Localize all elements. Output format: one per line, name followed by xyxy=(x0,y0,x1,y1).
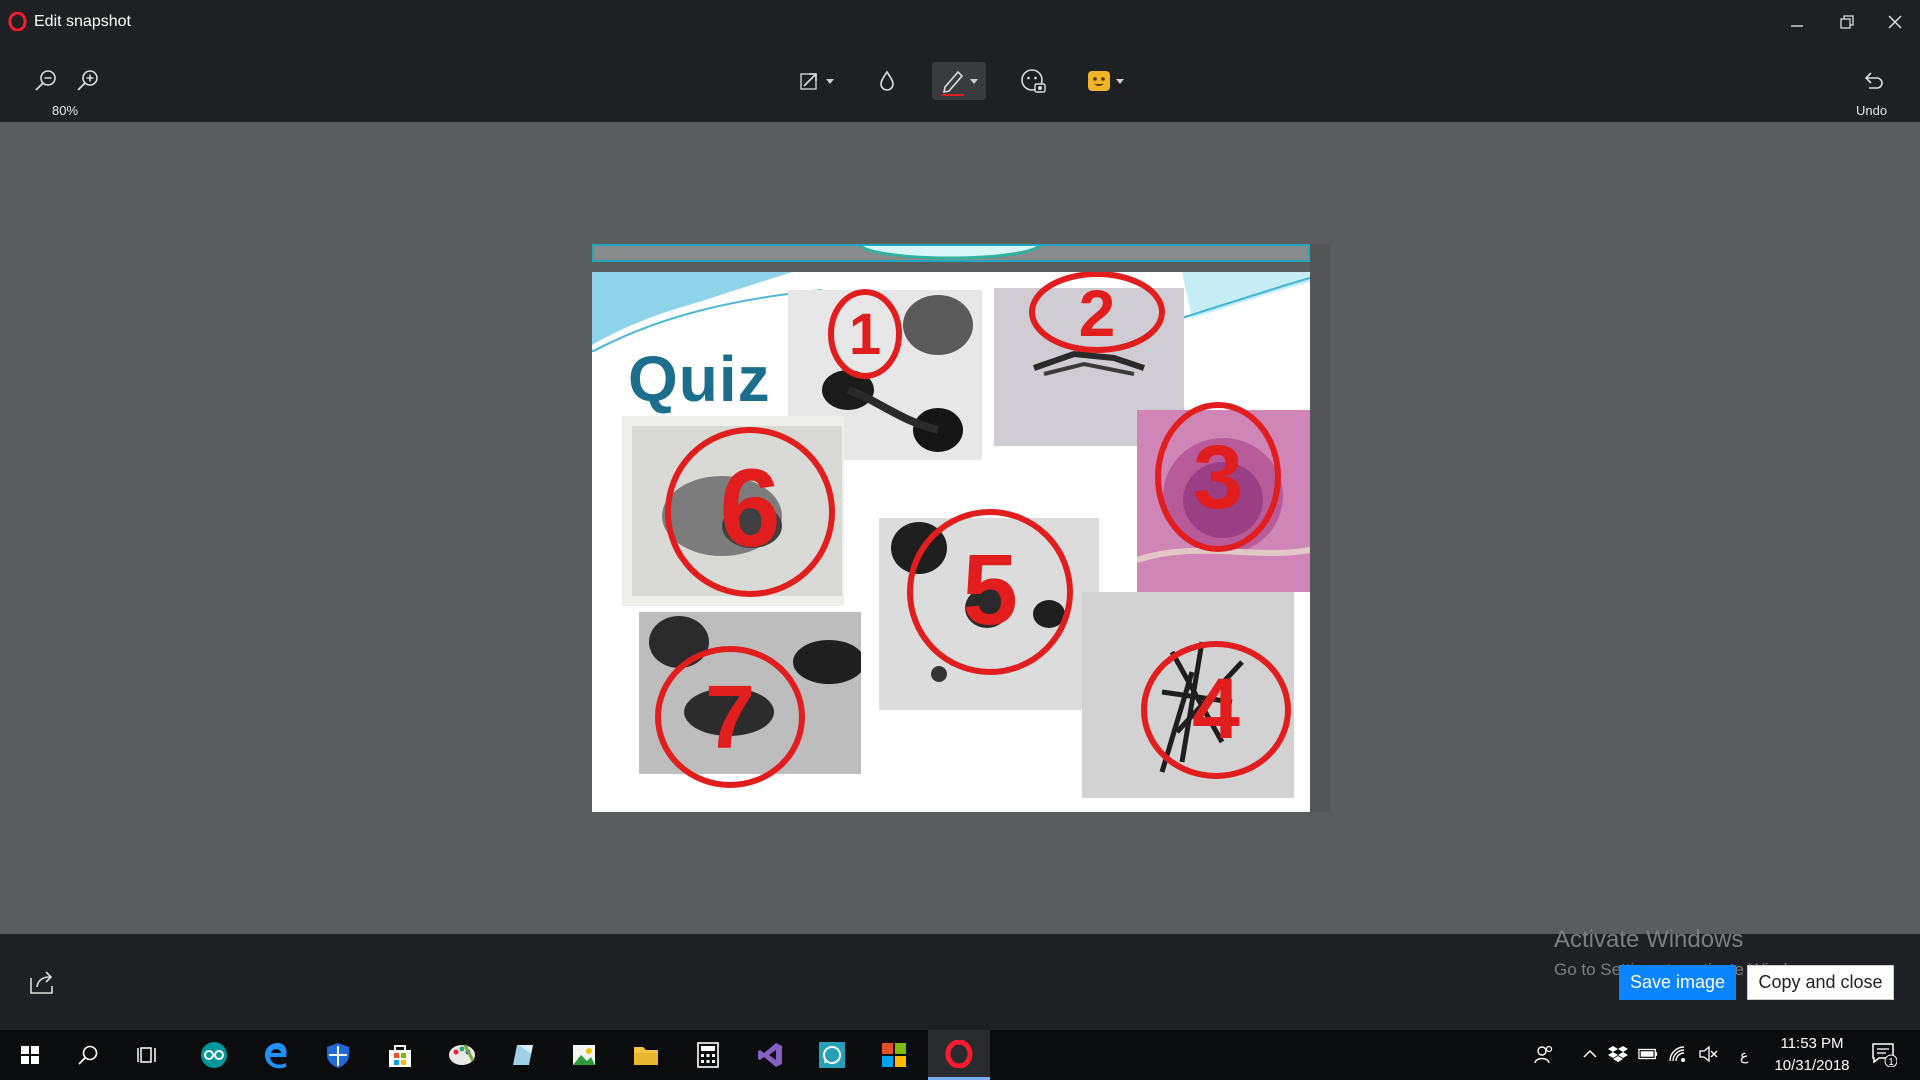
taskbar-photos[interactable] xyxy=(560,1030,608,1080)
battery-icon xyxy=(1638,1048,1658,1060)
undo-icon xyxy=(1864,72,1883,89)
arduino-icon xyxy=(201,1042,227,1068)
dropbox-tray[interactable] xyxy=(1608,1044,1628,1064)
activate-windows-title: Activate Windows xyxy=(1554,926,1744,953)
search-button[interactable] xyxy=(64,1030,112,1080)
arrow-tool-button[interactable] xyxy=(792,64,840,98)
share-icon xyxy=(30,971,53,994)
battery-tray[interactable] xyxy=(1638,1044,1658,1064)
wifi-icon xyxy=(1669,1046,1685,1062)
undo-button[interactable] xyxy=(1856,64,1890,96)
zoom-out-button[interactable] xyxy=(30,64,62,96)
visual-studio-icon xyxy=(758,1043,782,1067)
store-bag-icon xyxy=(389,1045,411,1067)
windows-logo-icon xyxy=(21,1046,39,1064)
action-center-button[interactable]: 1 xyxy=(1870,1040,1898,1068)
zoom-in-button[interactable] xyxy=(72,64,104,96)
calculator-icon xyxy=(697,1042,719,1068)
people-button[interactable] xyxy=(1534,1044,1554,1064)
shield-icon xyxy=(327,1043,349,1068)
taskbar-arduino[interactable] xyxy=(190,1030,238,1080)
notification-count: 1 xyxy=(1888,1057,1894,1067)
taskbar-visual-studio[interactable] xyxy=(746,1030,794,1080)
annotation-layer: 1 2 3 4 5 6 7 xyxy=(655,272,1291,788)
edge-icon xyxy=(265,1043,287,1069)
canvas-shadow xyxy=(1310,244,1330,812)
task-view-button[interactable] xyxy=(124,1030,172,1080)
zoom-out-icon xyxy=(35,70,56,91)
taskbar-defender[interactable] xyxy=(314,1030,362,1080)
annotation-number-4: 4 xyxy=(1192,661,1240,757)
close-button[interactable] xyxy=(1870,0,1920,44)
arrow-tool-icon xyxy=(800,73,817,90)
blur-tool-button[interactable] xyxy=(872,64,902,98)
minimize-button[interactable] xyxy=(1772,0,1822,44)
restore-icon xyxy=(1840,15,1854,29)
taskbar-edge[interactable] xyxy=(252,1030,300,1080)
chevron-down-icon xyxy=(970,78,978,84)
zoom-in-icon xyxy=(77,70,98,91)
clock-date[interactable]: 10/31/2018 xyxy=(1760,1057,1864,1074)
wifi-tray[interactable] xyxy=(1668,1044,1688,1064)
annotation-number-3: 3 xyxy=(1193,428,1243,528)
emoji-tool-button[interactable] xyxy=(1080,64,1130,98)
opera-icon xyxy=(945,1039,973,1068)
chevron-down-icon xyxy=(1116,78,1124,84)
share-button[interactable] xyxy=(28,968,58,996)
paint-palette-icon xyxy=(449,1044,475,1065)
snapshot-slide[interactable]: Quiz 1 2 3 4 5 6 7 xyxy=(592,272,1310,812)
volume-tray[interactable] xyxy=(1698,1044,1718,1064)
taskbar-whatsapp[interactable] xyxy=(808,1030,856,1080)
selfie-face-icon xyxy=(1021,69,1046,93)
office-tiles-icon xyxy=(882,1043,906,1067)
save-image-button[interactable]: Save image xyxy=(1619,965,1736,1000)
annotation-number-7: 7 xyxy=(705,668,755,768)
annotation-number-1: 1 xyxy=(849,302,881,367)
taskbar-paint[interactable] xyxy=(438,1030,486,1080)
show-hidden-icons-button[interactable] xyxy=(1580,1044,1600,1064)
whatsapp-icon xyxy=(819,1042,845,1068)
annotation-number-5: 5 xyxy=(962,534,1018,646)
chevron-down-icon xyxy=(826,78,834,84)
undo-label: Undo xyxy=(1856,103,1888,118)
search-icon xyxy=(78,1045,98,1065)
volume-muted-icon xyxy=(1699,1045,1718,1063)
pen-tool-button[interactable] xyxy=(932,62,986,100)
taskbar-notes[interactable] xyxy=(500,1030,548,1080)
taskbar-store[interactable] xyxy=(376,1030,424,1080)
annotation-number-6: 6 xyxy=(719,447,780,570)
droplet-icon xyxy=(880,70,894,91)
people-icon xyxy=(1534,1045,1553,1064)
zoom-level: 80% xyxy=(52,103,79,118)
pen-icon xyxy=(942,70,964,96)
annotation-number-2: 2 xyxy=(1079,276,1116,350)
notes-icon xyxy=(513,1045,533,1065)
taskbar-office[interactable] xyxy=(870,1030,918,1080)
dropbox-icon xyxy=(1608,1046,1628,1062)
clock-time[interactable]: 11:53 PM xyxy=(1760,1035,1864,1052)
opera-logo-icon xyxy=(8,12,27,31)
taskbar-file-explorer[interactable] xyxy=(622,1030,670,1080)
start-button[interactable] xyxy=(6,1030,54,1080)
selfie-tool-button[interactable] xyxy=(1016,64,1050,98)
close-icon xyxy=(1888,15,1902,29)
chevron-up-icon xyxy=(1583,1049,1597,1058)
task-view-icon xyxy=(137,1047,156,1063)
copy-and-close-button[interactable]: Copy and close xyxy=(1747,965,1894,1000)
minimize-icon xyxy=(1791,25,1803,27)
decorative-arc xyxy=(859,246,1041,260)
slide-top-strip xyxy=(592,244,1310,262)
notification-icon: 1 xyxy=(1872,1043,1897,1067)
photos-icon xyxy=(573,1045,595,1065)
window-title: Edit snapshot xyxy=(34,13,131,30)
emoji-sticker-icon xyxy=(1088,71,1110,91)
taskbar-calculator[interactable] xyxy=(684,1030,732,1080)
title-bar xyxy=(0,0,1920,44)
taskbar-opera-active[interactable] xyxy=(928,1030,990,1080)
restore-button[interactable] xyxy=(1822,0,1872,44)
folder-icon xyxy=(634,1047,658,1065)
input-language-indicator[interactable]: ع xyxy=(1740,1047,1748,1064)
